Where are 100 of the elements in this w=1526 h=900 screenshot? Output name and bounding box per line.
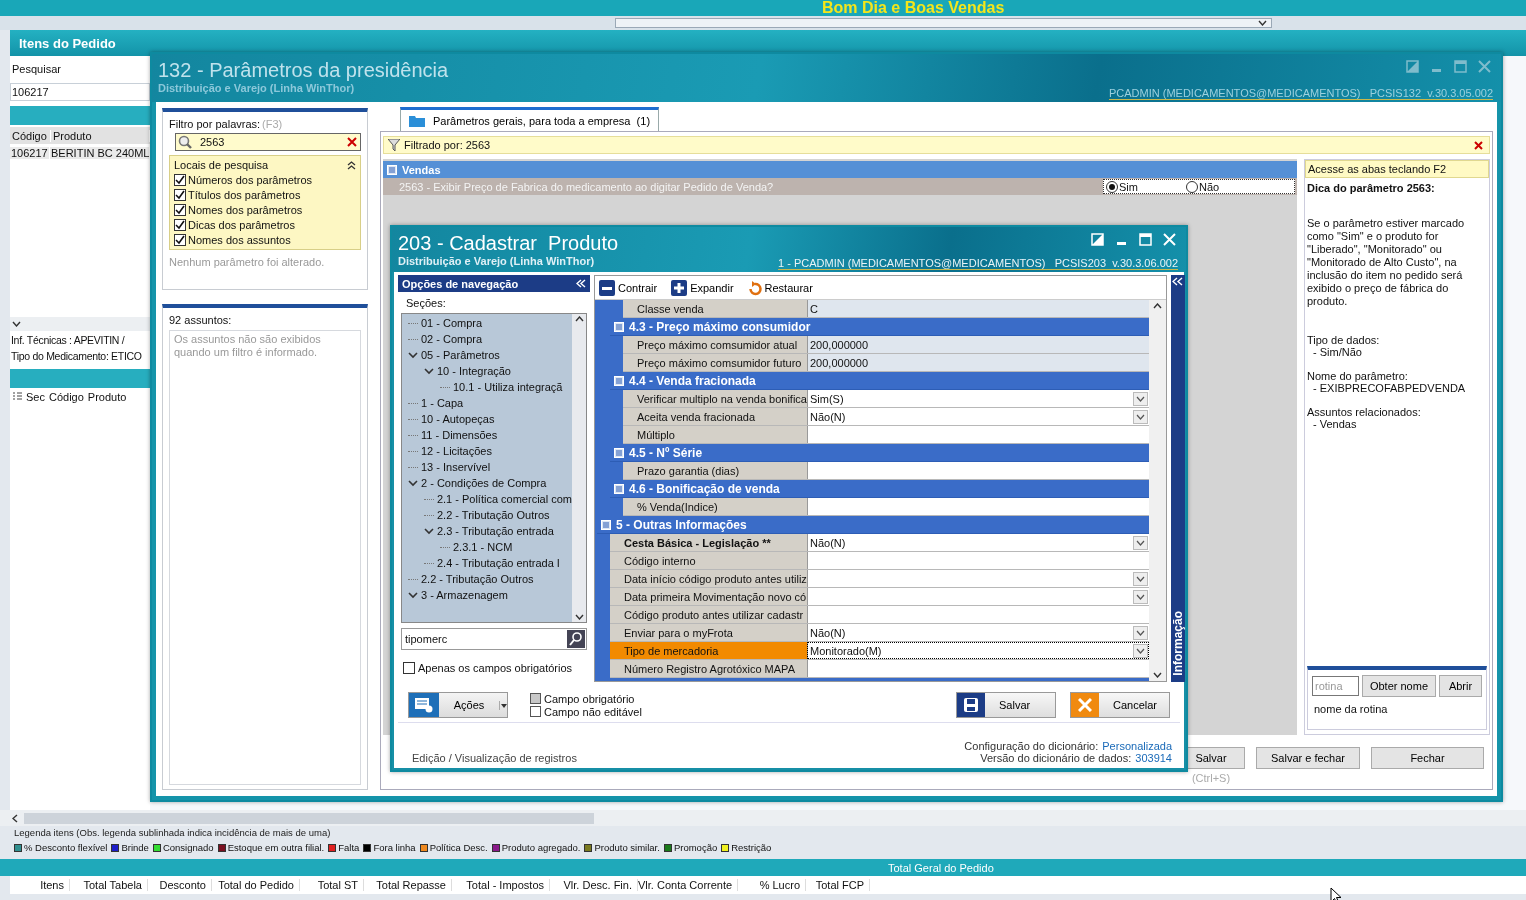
toolbar-button[interactable]: Contrair <box>599 279 658 296</box>
column-header[interactable]: Produto <box>87 391 127 403</box>
button[interactable]: Abrir <box>1439 675 1482 697</box>
dropdown-button[interactable] <box>1133 391 1148 406</box>
dropdown-button[interactable] <box>1133 571 1148 586</box>
legend-label: Campo não editável <box>544 705 642 718</box>
tree-item[interactable]: 2.2 - Tributação Outros <box>437 509 550 521</box>
tree-item[interactable]: 02 - Compra <box>421 333 483 345</box>
column-header[interactable]: Vlr. Desc. Fin. <box>550 879 638 891</box>
dropdown-button[interactable] <box>1133 589 1148 604</box>
horizontal-scrollbar[interactable] <box>0 810 1526 826</box>
tree-item[interactable]: 2.3 - Tributação entrada <box>437 525 554 537</box>
window-title: 132 - Parâmetros da presidência <box>158 58 449 82</box>
tree-item[interactable]: 10 - Integração <box>437 365 511 377</box>
tree-item[interactable]: 12 - Licitações <box>421 445 492 457</box>
chevron-down-icon[interactable] <box>424 367 434 375</box>
column-header[interactable]: Total Repasse <box>364 879 452 891</box>
column-header[interactable]: Total - Impostos <box>452 879 550 891</box>
search-field[interactable]: tipomerc <box>401 628 587 650</box>
checkbox[interactable] <box>174 234 186 246</box>
column-header[interactable]: Desconto <box>148 879 212 891</box>
checkbox-label: Apenas os campos obrigatórios <box>418 662 573 674</box>
checkbox[interactable] <box>403 662 415 674</box>
button[interactable]: Salvar e fechar <box>1256 747 1360 769</box>
actions-button[interactable]: Ações <box>408 692 508 718</box>
radio-button[interactable] <box>1106 180 1118 193</box>
dropdown-button[interactable] <box>1133 535 1148 550</box>
dropdown-field[interactable]: Não(N) <box>807 624 1149 641</box>
input-field[interactable] <box>807 660 1149 677</box>
column-header[interactable]: Sec <box>26 391 45 403</box>
tree-item[interactable]: 13 - Inservível <box>421 461 491 473</box>
tree-item[interactable]: 2.4 - Tributação entrada I <box>437 557 560 569</box>
column-header[interactable]: Código <box>10 129 51 142</box>
column-header[interactable]: Vlr. Conta Corrente <box>638 879 738 891</box>
dropdown-button[interactable] <box>1133 643 1148 658</box>
tree-item[interactable]: 1 - Capa <box>421 397 464 409</box>
column-header[interactable]: Itens <box>10 879 70 891</box>
toolbar-button[interactable]: Restaurar <box>747 279 813 296</box>
tab[interactable]: Parâmetros gerais, para toda a empresa (1) <box>400 107 660 131</box>
restore-button[interactable] <box>1088 231 1106 247</box>
column-header[interactable]: Total ST <box>300 879 364 891</box>
maximize-icon <box>1138 232 1152 246</box>
dropdown-field[interactable] <box>615 18 1272 28</box>
tree-item[interactable]: 01 - Compra <box>421 317 483 329</box>
tree-item[interactable]: 2.1 - Política comercial com <box>436 493 572 505</box>
input-field[interactable] <box>807 426 1149 443</box>
column-header[interactable]: Total do Pedido <box>212 879 300 891</box>
dropdown-button[interactable] <box>1133 625 1148 640</box>
clear-icon[interactable] <box>347 137 357 147</box>
chevron-down-icon[interactable] <box>408 351 418 359</box>
chevron-down-icon[interactable] <box>408 479 418 487</box>
tree-item[interactable]: 11 - Dimensões <box>421 429 498 441</box>
tree-item[interactable]: 10.1 - Utiliza integraçã <box>453 381 563 393</box>
cancel-button[interactable]: Cancelar <box>1070 692 1170 718</box>
close-icon[interactable] <box>1474 140 1483 150</box>
input-field[interactable] <box>807 552 1149 569</box>
dropdown-field[interactable]: Não(N) <box>807 408 1149 425</box>
input-field[interactable]: rotina <box>1312 676 1359 696</box>
legend-label: Estoque em outra filial. <box>227 842 325 853</box>
save-button[interactable]: Salvar <box>956 692 1056 718</box>
horizontal-scrollbar[interactable] <box>10 317 150 331</box>
tree-item[interactable]: 10 - Autopeças <box>421 413 495 425</box>
column-header[interactable]: Total FCP <box>806 879 870 891</box>
maximize-button[interactable] <box>1136 231 1154 247</box>
button[interactable]: Obter nome <box>1362 675 1436 697</box>
close-button[interactable] <box>1160 231 1178 247</box>
search-icon[interactable] <box>567 630 585 648</box>
radio-button[interactable] <box>1185 180 1198 193</box>
dropdown-button[interactable] <box>1133 409 1148 424</box>
checkbox[interactable] <box>174 204 186 216</box>
collapse-icon[interactable] <box>347 160 356 170</box>
vertical-scrollbar[interactable] <box>572 314 586 622</box>
checkbox[interactable] <box>174 189 186 201</box>
dropdown-field[interactable]: Sim(S) <box>807 390 1149 407</box>
input-field[interactable] <box>807 462 1149 479</box>
input-field[interactable] <box>807 606 1149 623</box>
checkbox[interactable] <box>174 174 186 186</box>
column-header[interactable]: Código <box>48 391 84 403</box>
caret-down-icon <box>1153 672 1162 678</box>
checkbox[interactable] <box>174 219 186 231</box>
chevron-down-icon[interactable] <box>408 591 418 599</box>
toolbar-button[interactable]: Expandir <box>671 279 734 296</box>
button[interactable]: Fechar <box>1371 747 1484 769</box>
search-field[interactable]: 106217 <box>10 83 150 101</box>
chevron-down-icon[interactable] <box>424 527 434 535</box>
column-header[interactable]: % Lucro <box>738 879 806 891</box>
info-side-tab[interactable]: Informação <box>1171 275 1185 682</box>
column-header[interactable]: Total Tabela <box>70 879 148 891</box>
tree-item[interactable]: 2.2 - Tributação Outros <box>421 573 534 585</box>
dropdown-field[interactable]: Monitorado(M) <box>807 642 1149 659</box>
tree-item[interactable]: 3 - Armazenagem <box>421 589 508 601</box>
tree-item[interactable]: 05 - Parâmetros <box>421 349 500 361</box>
search-field[interactable]: 2563 <box>175 133 361 151</box>
tree-item[interactable]: 2 - Condições de Compra <box>421 477 547 489</box>
input-field[interactable] <box>807 498 1149 515</box>
dropdown-field[interactable] <box>807 588 1149 605</box>
dropdown-field[interactable] <box>807 570 1149 587</box>
tree-item[interactable]: 2.3.1 - NCM <box>453 541 513 553</box>
field-label: Enviar para o myFrota <box>610 624 807 641</box>
dropdown-field[interactable]: Não(N) <box>807 534 1149 551</box>
